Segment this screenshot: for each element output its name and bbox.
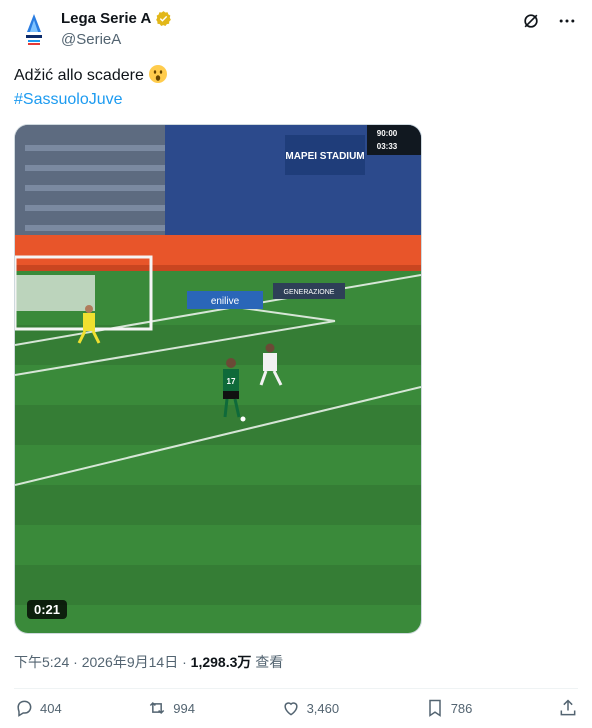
verified-badge-icon <box>156 11 172 27</box>
player-number: 17 <box>227 377 236 386</box>
repost-count: 994 <box>173 700 195 716</box>
author-name[interactable]: Lega Serie A <box>61 10 151 27</box>
share-icon <box>560 699 576 716</box>
bookmark-count: 786 <box>450 700 473 716</box>
tweet-meta: 下午5:24 · 2026年9月14日 · 1,298.3万 查看 <box>14 652 283 672</box>
stadium-sign-text: MAPEI STADIUM <box>285 151 364 162</box>
more-options-icon[interactable] <box>556 10 578 32</box>
meta-separator: · <box>182 654 187 670</box>
scoreboard-time: 90:00 <box>377 129 398 138</box>
reply-button[interactable]: 404 <box>14 698 62 718</box>
like-button[interactable]: 3,460 <box>281 698 340 718</box>
ad-board-2-text: GENERAZIONE <box>284 289 335 296</box>
reply-icon <box>17 700 32 717</box>
grok-icon[interactable] <box>520 10 542 32</box>
like-count: 3,460 <box>306 700 340 716</box>
avatar[interactable] <box>14 10 54 50</box>
video-player[interactable]: MAPEI STADIUM 90:00 03:33 enilive GENERA… <box>14 124 422 634</box>
video-duration-badge: 0:21 <box>27 600 68 619</box>
views-label: 查看 <box>255 654 284 670</box>
bookmark-button[interactable]: 786 <box>425 698 473 718</box>
tweet-date[interactable]: 2026年9月14日 <box>82 654 179 670</box>
astonished-face-icon <box>148 65 167 83</box>
views-count: 1,298.3万 <box>190 654 252 670</box>
ball <box>240 416 246 422</box>
heart-icon <box>283 702 298 716</box>
tweet-time[interactable]: 下午5:24 <box>14 654 69 670</box>
repost-button[interactable]: 994 <box>147 698 195 718</box>
video-frame: MAPEI STADIUM 90:00 03:33 enilive GENERA… <box>15 125 421 633</box>
share-button[interactable] <box>558 698 578 718</box>
ad-board-1-text: enilive <box>211 296 240 307</box>
author-name-row: Lega Serie A <box>61 10 172 27</box>
hashtag-link[interactable]: #SassuoloJuve <box>14 88 168 112</box>
action-bar: 404 994 3,460 786 <box>14 698 578 718</box>
meta-separator: · <box>73 654 78 670</box>
top-actions <box>520 10 578 32</box>
bookmark-icon <box>428 699 441 717</box>
reply-count: 404 <box>40 700 62 716</box>
serie-a-logo-icon <box>26 14 42 45</box>
tweet-text: Adžić allo scadere #SassuoloJuve <box>14 64 168 112</box>
scoreboard-added: 03:33 <box>377 142 398 151</box>
repost-icon <box>150 701 165 715</box>
divider <box>14 688 578 689</box>
tweet-body: Adžić allo scadere <box>14 67 144 84</box>
author-handle[interactable]: @SerieA <box>61 31 121 48</box>
